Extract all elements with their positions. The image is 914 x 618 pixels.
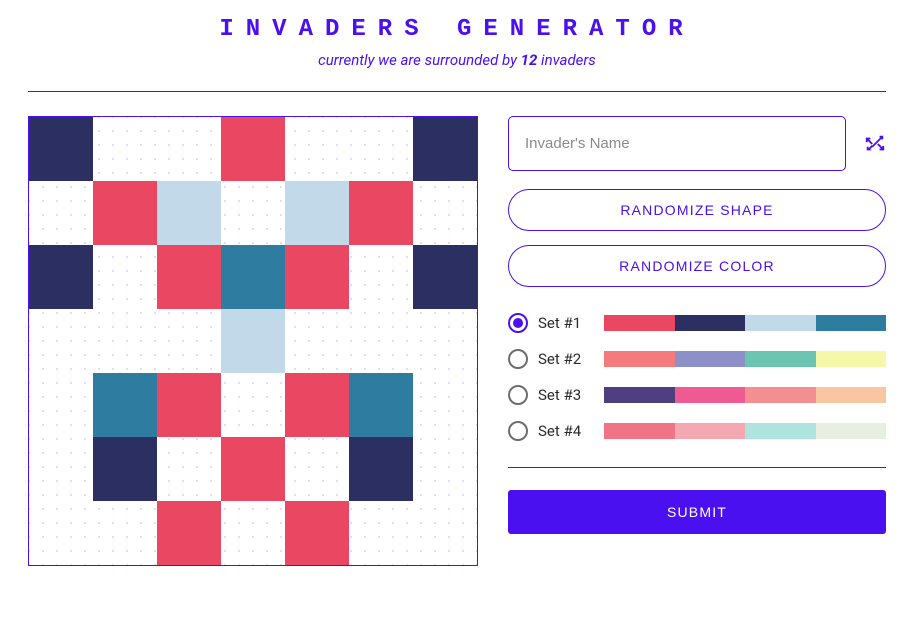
grid-cell[interactable] (221, 309, 285, 373)
color-set-label: Set #1 (538, 314, 594, 332)
shuffle-icon[interactable] (864, 133, 886, 155)
grid-cell[interactable] (93, 181, 157, 245)
color-set-option[interactable]: Set #4 (508, 421, 886, 441)
grid-cell[interactable] (349, 373, 413, 437)
radio-icon[interactable] (508, 421, 528, 441)
grid-cell[interactable] (349, 309, 413, 373)
side-divider (508, 467, 886, 468)
swatch (675, 423, 746, 439)
grid-cell[interactable] (285, 245, 349, 309)
swatch (604, 423, 675, 439)
grid-cell[interactable] (349, 501, 413, 565)
swatch-strip (604, 351, 886, 367)
name-input[interactable] (508, 116, 846, 171)
grid-cell[interactable] (29, 245, 93, 309)
grid-cell[interactable] (221, 437, 285, 501)
grid-cell[interactable] (157, 245, 221, 309)
swatch (745, 351, 816, 367)
grid-cell[interactable] (221, 501, 285, 565)
swatch (675, 315, 746, 331)
color-set-option[interactable]: Set #1 (508, 313, 886, 333)
radio-icon[interactable] (508, 385, 528, 405)
grid-cell[interactable] (413, 117, 477, 181)
grid-cell[interactable] (157, 373, 221, 437)
grid-cell[interactable] (349, 437, 413, 501)
swatch (604, 315, 675, 331)
grid-cell[interactable] (93, 245, 157, 309)
swatch (604, 387, 675, 403)
swatch-strip (604, 423, 886, 439)
swatch-strip (604, 387, 886, 403)
swatch (745, 387, 816, 403)
grid-cell[interactable] (29, 501, 93, 565)
swatch (816, 351, 887, 367)
grid-cell[interactable] (93, 309, 157, 373)
swatch (675, 387, 746, 403)
grid-cell[interactable] (29, 437, 93, 501)
divider (28, 91, 886, 92)
grid-cell[interactable] (93, 373, 157, 437)
radio-icon[interactable] (508, 313, 528, 333)
grid-cell[interactable] (221, 117, 285, 181)
color-set-label: Set #2 (538, 350, 594, 368)
grid-cell[interactable] (285, 501, 349, 565)
page-title: INVADERS GENERATOR (28, 0, 886, 43)
grid-cell[interactable] (29, 309, 93, 373)
invader-count: 12 (521, 51, 538, 69)
grid-cell[interactable] (413, 373, 477, 437)
grid-cell[interactable] (413, 309, 477, 373)
grid-cell[interactable] (157, 501, 221, 565)
grid-cell[interactable] (413, 245, 477, 309)
submit-button[interactable]: SUBMIT (508, 490, 886, 534)
subtitle-suffix: invaders (537, 51, 595, 69)
subtitle: currently we are surrounded by 12 invade… (28, 51, 886, 69)
grid-cell[interactable] (29, 373, 93, 437)
swatch (816, 315, 887, 331)
grid-cell[interactable] (285, 181, 349, 245)
grid-cell[interactable] (221, 181, 285, 245)
grid-cell[interactable] (285, 437, 349, 501)
randomize-shape-button[interactable]: RANDOMIZE SHAPE (508, 189, 886, 231)
swatch (604, 351, 675, 367)
color-set-option[interactable]: Set #3 (508, 385, 886, 405)
swatch-strip (604, 315, 886, 331)
color-set-option[interactable]: Set #2 (508, 349, 886, 369)
color-set-label: Set #4 (538, 422, 594, 440)
grid-cell[interactable] (413, 437, 477, 501)
grid-cell[interactable] (157, 181, 221, 245)
grid-cell[interactable] (93, 437, 157, 501)
subtitle-prefix: currently we are surrounded by (318, 51, 520, 69)
swatch (745, 315, 816, 331)
grid-cell[interactable] (157, 117, 221, 181)
grid-cell[interactable] (221, 373, 285, 437)
radio-icon[interactable] (508, 349, 528, 369)
grid-cell[interactable] (349, 117, 413, 181)
grid-cell[interactable] (285, 309, 349, 373)
grid-cell[interactable] (413, 181, 477, 245)
grid-cell[interactable] (157, 309, 221, 373)
grid-cell[interactable] (413, 501, 477, 565)
swatch (816, 423, 887, 439)
swatch (745, 423, 816, 439)
grid-cell[interactable] (29, 117, 93, 181)
color-set-label: Set #3 (538, 386, 594, 404)
grid-cell[interactable] (93, 117, 157, 181)
grid-cell[interactable] (349, 245, 413, 309)
swatch (675, 351, 746, 367)
grid-cell[interactable] (221, 245, 285, 309)
grid-cell[interactable] (285, 373, 349, 437)
randomize-color-button[interactable]: RANDOMIZE COLOR (508, 245, 886, 287)
grid-cell[interactable] (93, 501, 157, 565)
grid-cell[interactable] (349, 181, 413, 245)
grid-cell[interactable] (285, 117, 349, 181)
invader-canvas[interactable] (28, 116, 478, 566)
grid-cell[interactable] (157, 437, 221, 501)
swatch (816, 387, 887, 403)
grid-cell[interactable] (29, 181, 93, 245)
